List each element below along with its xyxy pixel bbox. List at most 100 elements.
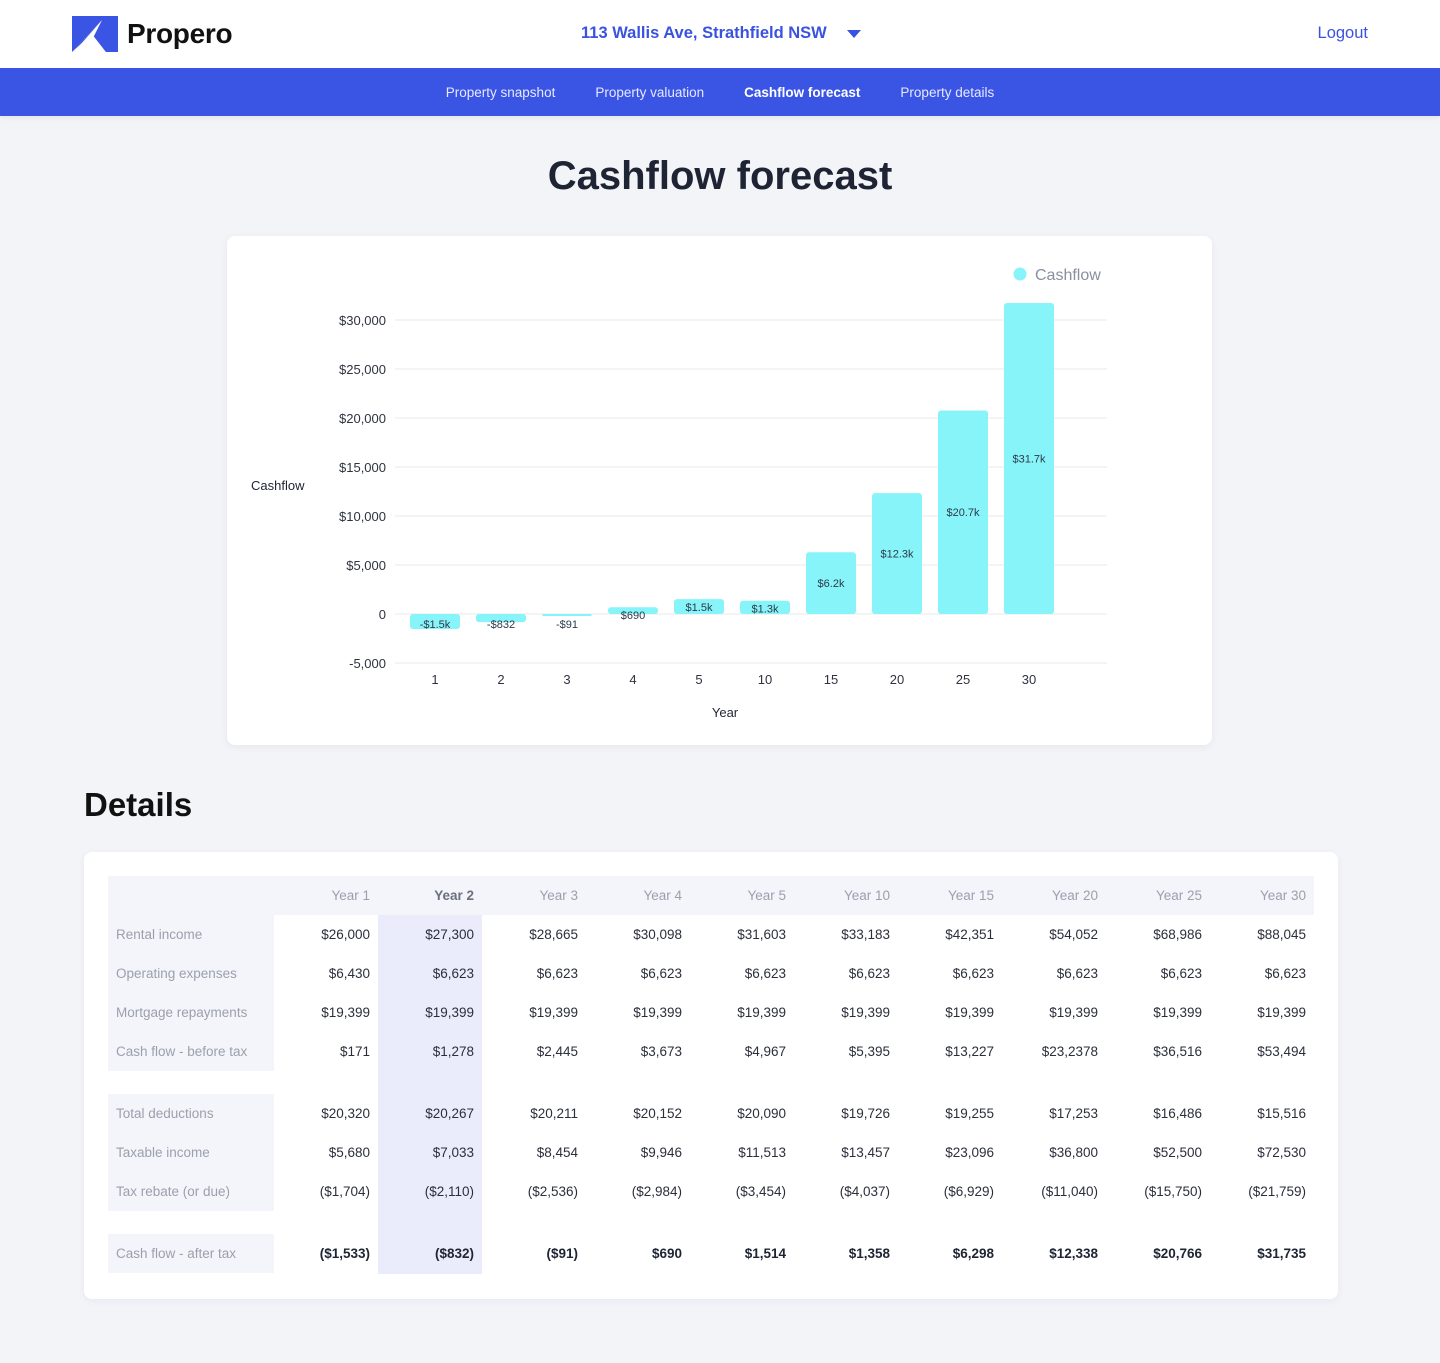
table-cell: $19,255 xyxy=(945,1106,994,1121)
nav-property-snapshot[interactable]: Property snapshot xyxy=(426,85,576,100)
cashflow-chart: $30,000 $25,000 $20,000 $15,000 $10,000 $5,00… xyxy=(251,267,1107,720)
bar-data-label: $31.7k xyxy=(1012,453,1046,465)
table-cell: ($2,536) xyxy=(527,1184,578,1199)
table-cell: $6,623 xyxy=(1160,966,1202,981)
table-cell: $6,623 xyxy=(640,966,682,981)
bar-data-label: $12.3k xyxy=(880,549,914,561)
table-cell: $19,726 xyxy=(841,1106,890,1121)
table-cell: ($1,533) xyxy=(319,1246,370,1261)
row-label: Tax rebate (or due) xyxy=(116,1184,231,1199)
column-header[interactable]: Year 25 xyxy=(1106,876,1210,915)
column-header[interactable]: Year 20 xyxy=(1002,876,1106,915)
row-label: Taxable income xyxy=(116,1145,210,1160)
bar-data-label: $20.7k xyxy=(946,507,980,519)
nav-cashflow-forecast[interactable]: Cashflow forecast xyxy=(724,85,880,100)
logo-text: Propero xyxy=(127,18,233,49)
table-cell: $88,045 xyxy=(1257,927,1306,942)
table-cell: $6,623 xyxy=(432,966,474,981)
table-cell: $690 xyxy=(651,1246,682,1261)
x-tick-label: 2 xyxy=(497,672,504,687)
column-header[interactable]: Year 30 xyxy=(1210,876,1314,915)
table-cell: $27,300 xyxy=(425,927,474,942)
x-tick-label: 15 xyxy=(824,672,838,687)
bar-data-label: $6.2k xyxy=(818,578,845,590)
x-tick-label: 10 xyxy=(758,672,772,687)
table-cell: $19,399 xyxy=(737,1005,786,1020)
row-label: Total deductions xyxy=(116,1106,214,1121)
table-cell: $5,680 xyxy=(328,1145,370,1160)
table-cell: $23,2378 xyxy=(1041,1044,1098,1059)
column-header[interactable]: Year 3 xyxy=(482,876,586,915)
table-cell: $19,399 xyxy=(1049,1005,1098,1020)
table-cell: $6,298 xyxy=(952,1246,994,1261)
main-nav: Property snapshot Property valuation Cas… xyxy=(0,68,1440,116)
bar-data-label: -$1.5k xyxy=(420,619,451,631)
nav-property-details[interactable]: Property details xyxy=(880,85,1014,100)
table-cell: $33,183 xyxy=(841,927,890,942)
bar-data-label: -$91 xyxy=(556,619,578,631)
bar-data-label: $1.3k xyxy=(752,604,779,616)
table-cell: $12,338 xyxy=(1049,1246,1098,1261)
table-cell: ($15,750) xyxy=(1144,1184,1202,1199)
table-cell: ($1,704) xyxy=(319,1184,370,1199)
table-cell: $6,430 xyxy=(328,966,370,981)
table-cell: $3,673 xyxy=(640,1044,682,1059)
table-cell: $16,486 xyxy=(1153,1106,1202,1121)
caret-down-icon xyxy=(846,29,861,38)
x-tick-label: 1 xyxy=(431,672,438,687)
table-cell: $6,623 xyxy=(744,966,786,981)
table-cell: $26,000 xyxy=(321,927,370,942)
details-table-card: Year 1 Year 2 Year 3 Year 4 Year 5 Year 10 Yea… xyxy=(84,852,1338,1299)
x-tick-label: 20 xyxy=(890,672,904,687)
bar-data-label: -$832 xyxy=(487,619,515,631)
logo[interactable]: Propero xyxy=(72,16,233,52)
page-title: Cashflow forecast xyxy=(547,154,893,198)
table-cell: $68,986 xyxy=(1153,927,1202,942)
table-cell: $72,530 xyxy=(1257,1145,1306,1160)
table-cell: $52,500 xyxy=(1153,1145,1202,1160)
table-cell: $20,320 xyxy=(321,1106,370,1121)
table-cell: $31,603 xyxy=(737,927,786,942)
row-label: Cash flow - after tax xyxy=(116,1246,237,1261)
y-tick-label: $25,000 xyxy=(339,362,386,377)
y-tick-label: 0 xyxy=(379,607,386,622)
logout-link[interactable]: Logout xyxy=(1318,24,1368,43)
table-cell: $19,399 xyxy=(945,1005,994,1020)
y-tick-label: $30,000 xyxy=(339,313,386,328)
y-tick-label: $15,000 xyxy=(339,460,386,475)
table-cell: ($4,037) xyxy=(839,1184,890,1199)
table-cell: $42,351 xyxy=(945,927,994,942)
column-header[interactable]: Year 4 xyxy=(586,876,690,915)
table-cell: $23,096 xyxy=(945,1145,994,1160)
column-header[interactable]: Year 10 xyxy=(794,876,898,915)
bar-data-label: $1.5k xyxy=(686,602,713,614)
table-cell: $19,399 xyxy=(841,1005,890,1020)
table-cell: $5,395 xyxy=(848,1044,890,1059)
table-cell: $30,098 xyxy=(633,927,682,942)
column-header[interactable]: Year 1 xyxy=(274,876,378,915)
property-selector[interactable]: 113 Wallis Ave, Strathfield NSW xyxy=(581,24,861,43)
table-cell: $1,278 xyxy=(432,1044,474,1059)
column-header[interactable]: Year 5 xyxy=(690,876,794,915)
table-cell: $1,358 xyxy=(848,1246,890,1261)
row-label: Mortgage repayments xyxy=(116,1005,248,1020)
table-cell: $19,399 xyxy=(1153,1005,1202,1020)
y-tick-label: $5,000 xyxy=(346,558,386,573)
table-cell: $54,052 xyxy=(1049,927,1098,942)
table-cell: $171 xyxy=(339,1044,370,1059)
x-tick-label: 3 xyxy=(563,672,570,687)
x-tick-label: 4 xyxy=(629,672,636,687)
table-cell: ($832) xyxy=(434,1246,474,1261)
column-header[interactable]: Year 15 xyxy=(898,876,1002,915)
table-cell: $20,152 xyxy=(633,1106,682,1121)
table-cell: ($91) xyxy=(546,1246,578,1261)
table-cell: $19,399 xyxy=(633,1005,682,1020)
nav-property-valuation[interactable]: Property valuation xyxy=(575,85,724,100)
y-axis-label: Cashflow xyxy=(251,478,305,493)
bar-data-label: $690 xyxy=(621,610,645,622)
table-cell: ($6,929) xyxy=(943,1184,994,1199)
x-axis-label: Year xyxy=(712,705,739,720)
column-header[interactable]: Year 2 xyxy=(378,876,482,915)
table-cell: $6,623 xyxy=(1056,966,1098,981)
table-cell: $19,399 xyxy=(425,1005,474,1020)
